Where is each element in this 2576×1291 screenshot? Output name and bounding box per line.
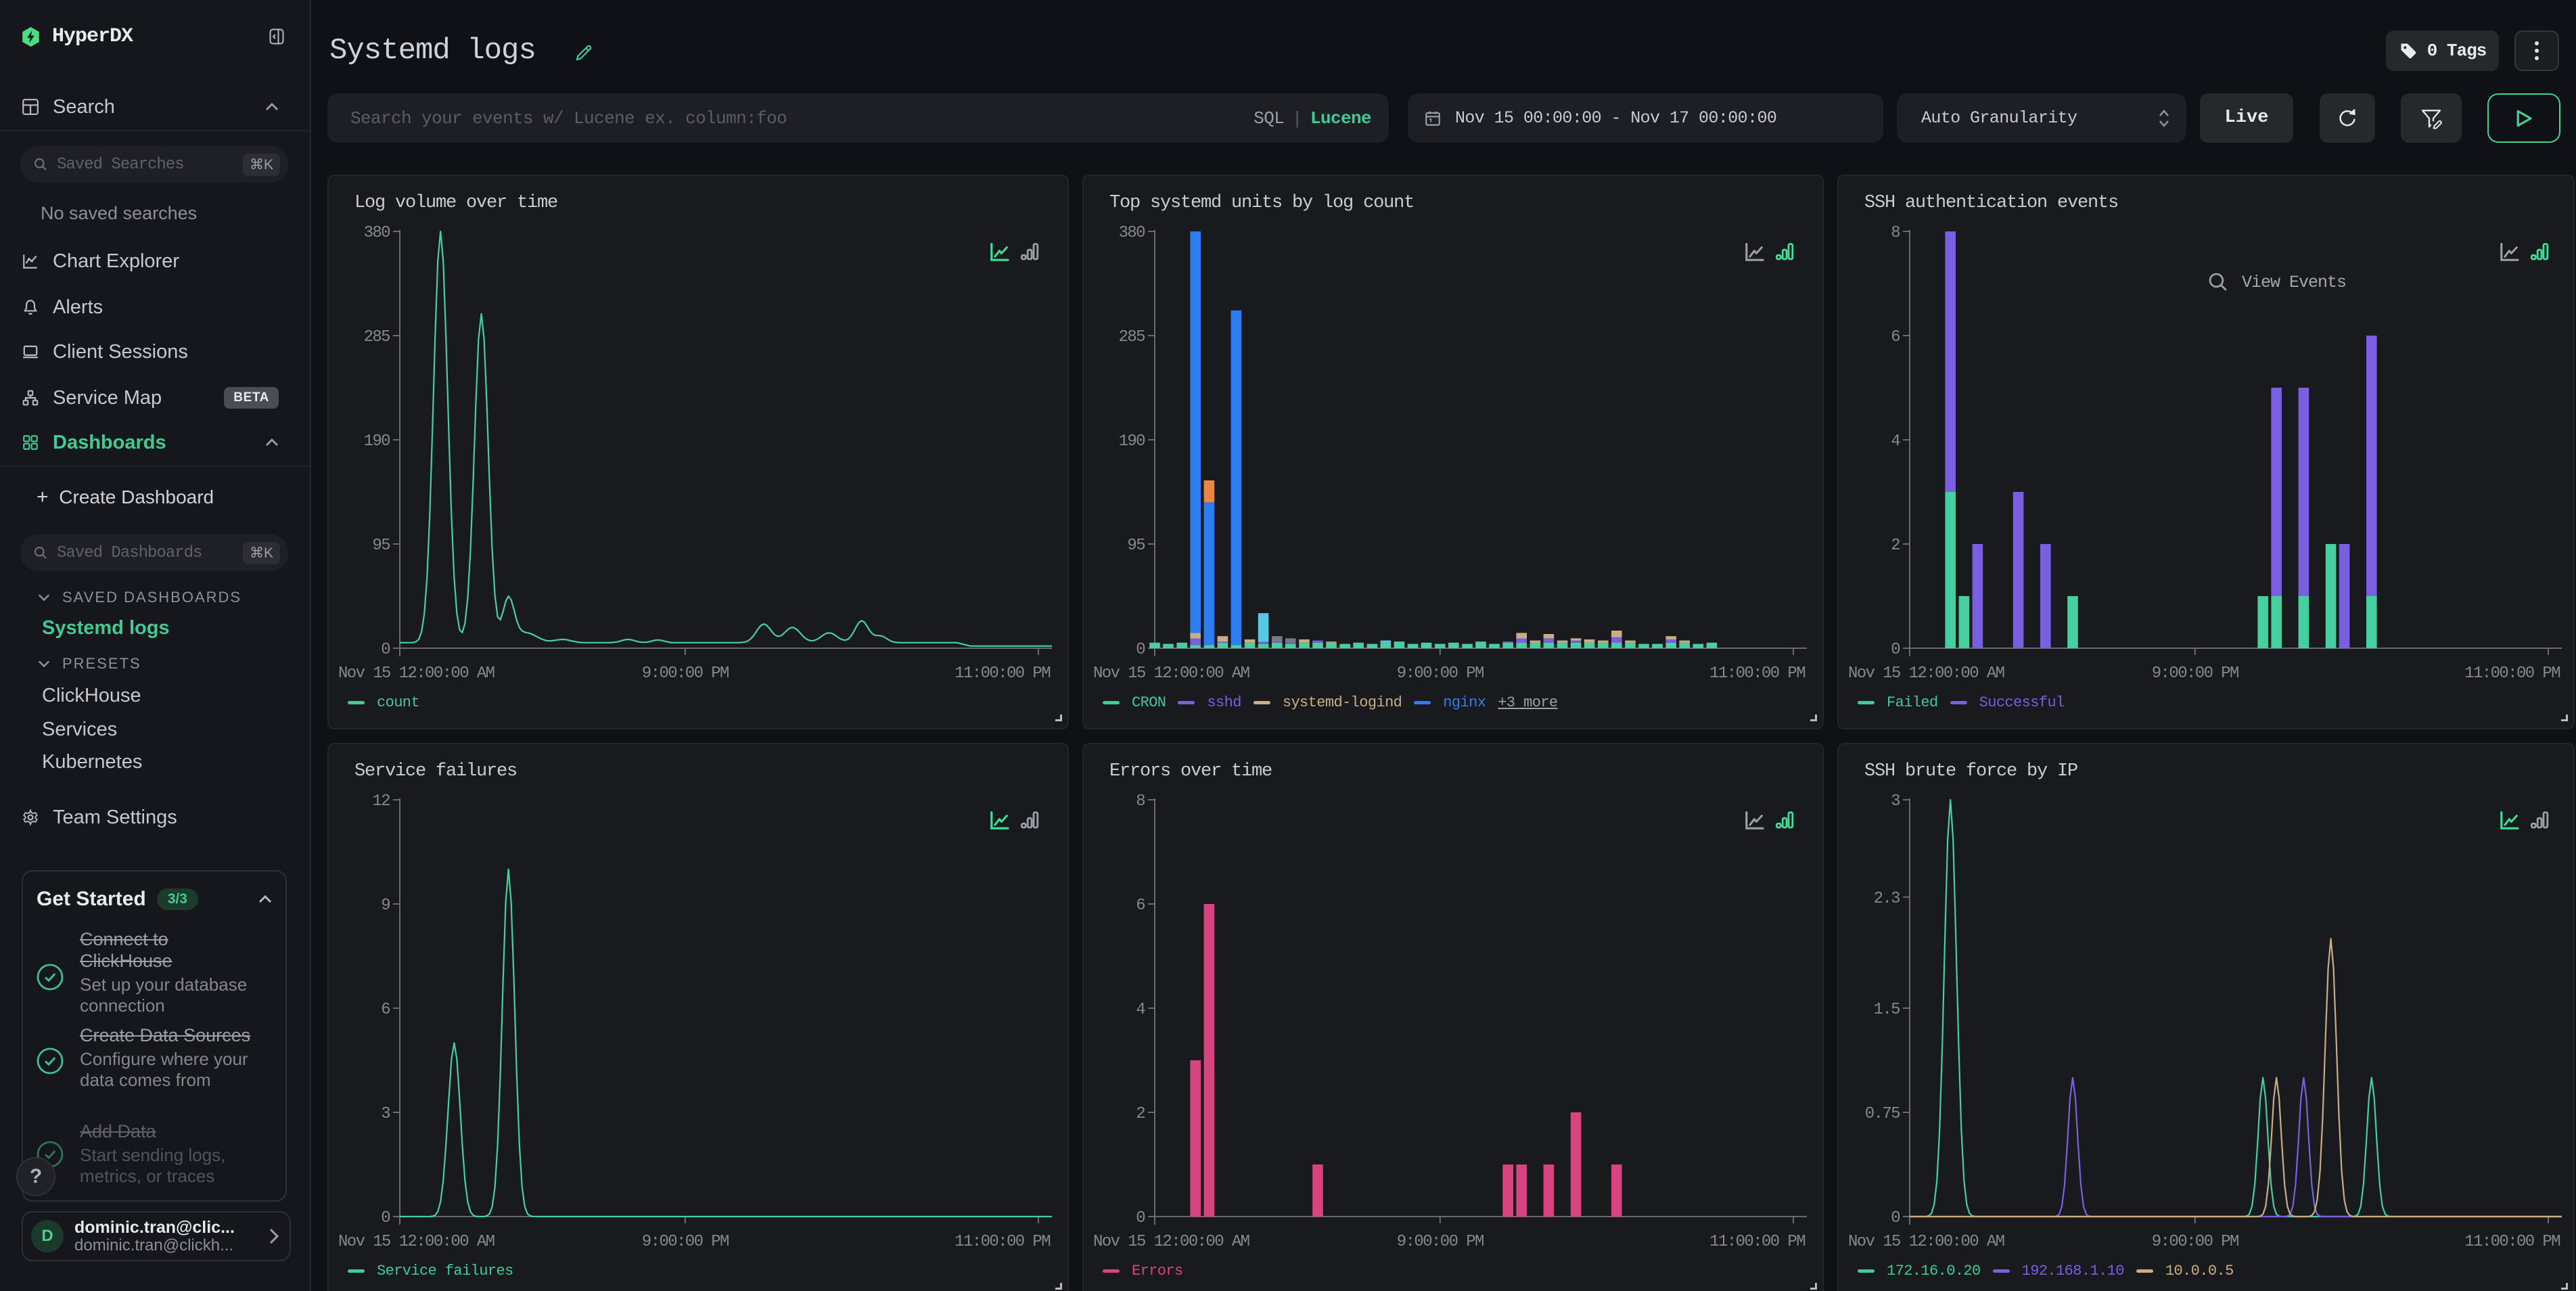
svg-text:285: 285 <box>364 328 390 346</box>
svg-text:8: 8 <box>1136 792 1145 811</box>
svg-text:SSH brute force by IP: SSH brute force by IP <box>1864 761 2077 782</box>
svg-text:9:00:00 PM: 9:00:00 PM <box>2152 664 2238 683</box>
svg-text:0: 0 <box>1891 641 1900 659</box>
svg-text:Log volume over time: Log volume over time <box>354 193 557 213</box>
svg-text:12: 12 <box>372 792 390 811</box>
svg-text:3: 3 <box>1891 792 1900 811</box>
svg-text:9:00:00 PM: 9:00:00 PM <box>642 664 729 683</box>
svg-text:8: 8 <box>1891 224 1900 242</box>
svg-text:Nov 15 12:00:00 AM: Nov 15 12:00:00 AM <box>1848 1233 2004 1251</box>
svg-text:4: 4 <box>1891 432 1900 451</box>
svg-text:285: 285 <box>1119 328 1145 346</box>
svg-text:9:00:00 PM: 9:00:00 PM <box>2152 1233 2238 1251</box>
svg-text:11:00:00 PM: 11:00:00 PM <box>954 1233 1050 1251</box>
svg-text:Errors over time: Errors over time <box>1109 761 1272 782</box>
svg-text:95: 95 <box>1127 537 1145 555</box>
svg-text:0: 0 <box>1136 1209 1145 1227</box>
svg-text:Service failures: Service failures <box>354 761 517 782</box>
svg-text:9: 9 <box>381 897 390 915</box>
svg-text:380: 380 <box>1119 224 1145 242</box>
svg-text:190: 190 <box>364 432 390 451</box>
svg-text:11:00:00 PM: 11:00:00 PM <box>2464 1233 2560 1251</box>
svg-text:0.75: 0.75 <box>1865 1105 1900 1123</box>
svg-text:6: 6 <box>1136 897 1145 915</box>
svg-text:Nov 15 12:00:00 AM: Nov 15 12:00:00 AM <box>1093 1233 1249 1251</box>
svg-text:4: 4 <box>1136 1001 1145 1019</box>
svg-text:2: 2 <box>1891 537 1900 555</box>
svg-text:0: 0 <box>381 1209 390 1227</box>
svg-text:11:00:00 PM: 11:00:00 PM <box>1709 664 1805 683</box>
svg-text:Nov 15 12:00:00 AM: Nov 15 12:00:00 AM <box>1093 664 1249 683</box>
svg-text:9:00:00 PM: 9:00:00 PM <box>642 1233 729 1251</box>
svg-text:190: 190 <box>1119 432 1145 451</box>
svg-text:6: 6 <box>1891 328 1900 346</box>
svg-text:0: 0 <box>1891 1209 1900 1227</box>
svg-text:11:00:00 PM: 11:00:00 PM <box>954 664 1050 683</box>
svg-text:0: 0 <box>381 641 390 659</box>
svg-text:Top systemd units by log count: Top systemd units by log count <box>1109 193 1414 213</box>
svg-text:11:00:00 PM: 11:00:00 PM <box>1709 1233 1805 1251</box>
svg-text:95: 95 <box>372 537 390 555</box>
svg-text:1.5: 1.5 <box>1874 1001 1900 1019</box>
svg-text:Nov 15 12:00:00 AM: Nov 15 12:00:00 AM <box>1848 664 2004 683</box>
svg-text:0: 0 <box>1136 641 1145 659</box>
svg-text:Nov 15 12:00:00 AM: Nov 15 12:00:00 AM <box>338 1233 495 1251</box>
svg-text:SSH authentication events: SSH authentication events <box>1864 193 2118 213</box>
svg-text:2: 2 <box>1136 1105 1145 1123</box>
svg-text:11:00:00 PM: 11:00:00 PM <box>2464 664 2560 683</box>
svg-text:Nov 15 12:00:00 AM: Nov 15 12:00:00 AM <box>338 664 495 683</box>
svg-text:3: 3 <box>381 1105 390 1123</box>
svg-text:380: 380 <box>364 224 390 242</box>
svg-text:9:00:00 PM: 9:00:00 PM <box>1397 1233 1484 1251</box>
svg-text:9:00:00 PM: 9:00:00 PM <box>1397 664 1484 683</box>
svg-text:2.3: 2.3 <box>1874 890 1900 908</box>
svg-text:6: 6 <box>381 1001 390 1019</box>
